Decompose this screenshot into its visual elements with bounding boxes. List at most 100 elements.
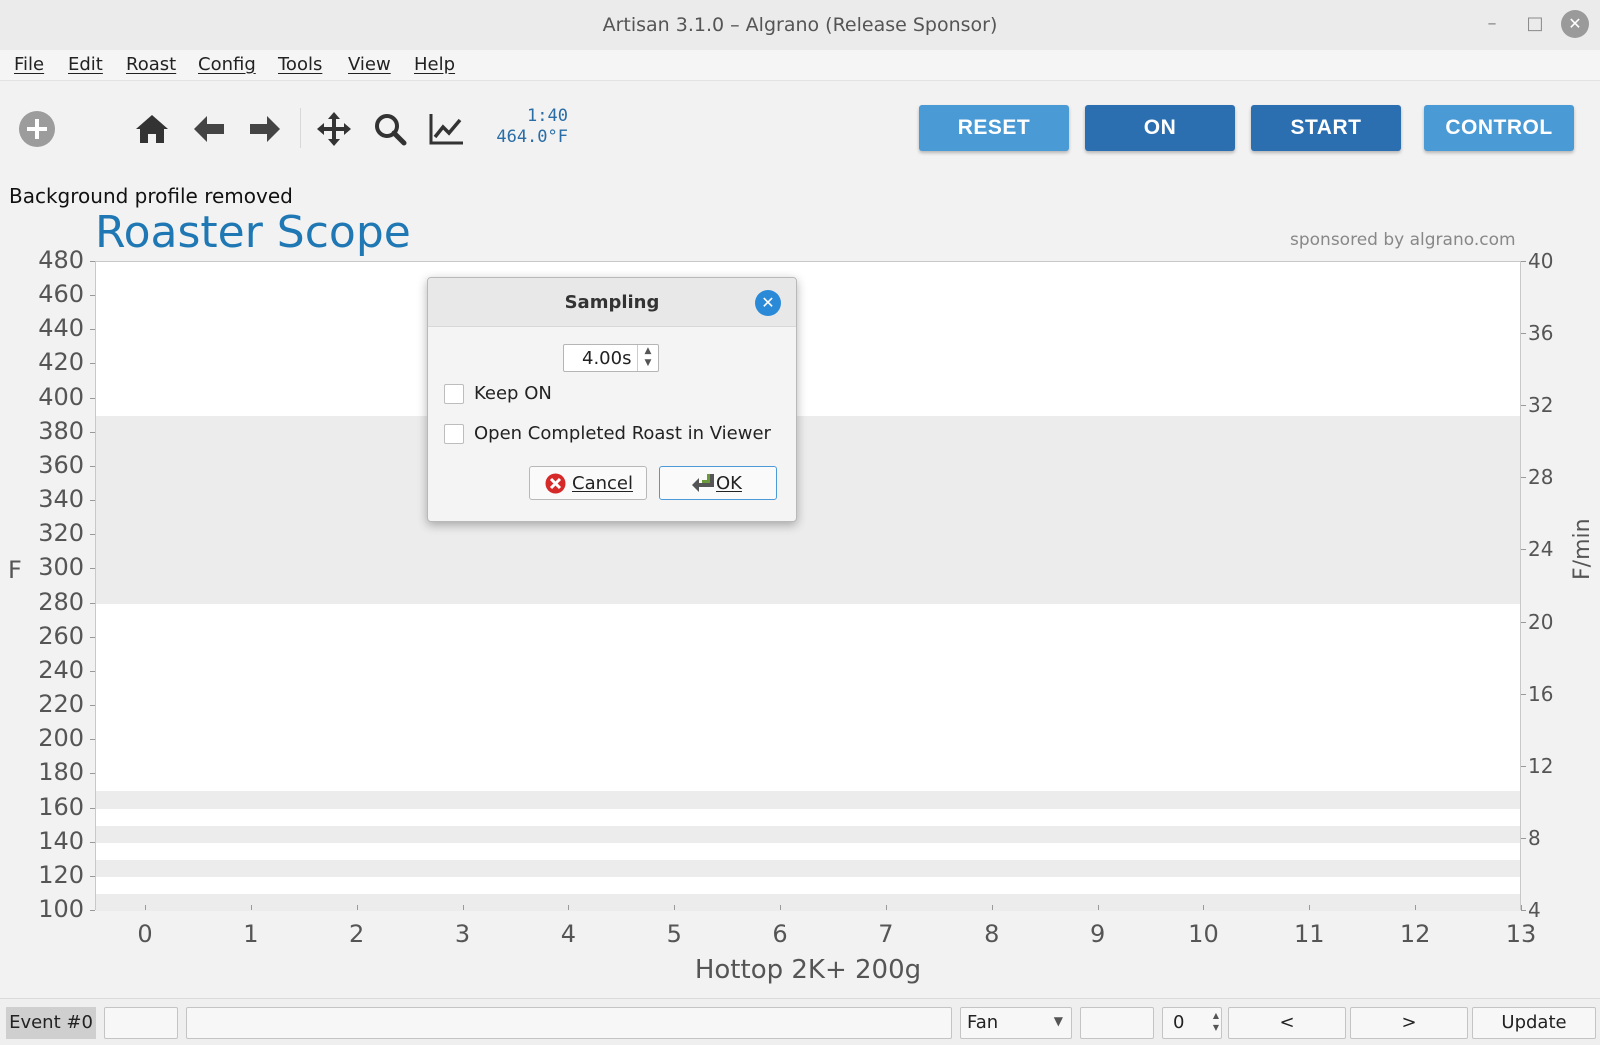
title-bar: Artisan 3.1.0 – Algrano (Release Sponsor… <box>0 0 1600 51</box>
x-tick-label: 8 <box>984 920 1000 948</box>
elapsed-time: 1:40 <box>527 106 568 126</box>
y-right-tick-label: 40 <box>1528 249 1554 273</box>
event-description-field[interactable] <box>186 1007 952 1039</box>
y-tick-mark <box>90 910 95 911</box>
window-title: Artisan 3.1.0 – Algrano (Release Sponsor… <box>602 14 998 36</box>
y-tick-label: 140 <box>38 826 84 855</box>
zoom-icon[interactable] <box>371 110 409 148</box>
sampling-interval-value[interactable]: 4.00s <box>582 348 631 369</box>
x-tick-mark <box>991 905 993 910</box>
x-tick-mark <box>462 905 464 910</box>
menu-file[interactable]: File <box>14 54 44 75</box>
cancel-icon <box>545 473 566 494</box>
reset-button[interactable]: RESET <box>919 105 1069 151</box>
add-icon[interactable] <box>18 110 56 148</box>
keep-on-checkbox[interactable] <box>444 384 464 404</box>
event-time-field[interactable] <box>104 1007 178 1039</box>
cancel-button[interactable]: Cancel <box>529 466 647 500</box>
sponsor-text: sponsored by algrano.com <box>1290 230 1516 250</box>
line-chart-icon[interactable] <box>427 110 465 148</box>
x-tick-label: 13 <box>1505 920 1537 948</box>
cancel-label: Cancel <box>572 473 633 494</box>
y-right-tick-label: 4 <box>1528 898 1541 922</box>
x-tick-mark <box>674 905 676 910</box>
open-viewer-label[interactable]: Open Completed Roast in Viewer <box>474 423 771 444</box>
next-event-button[interactable]: > <box>1350 1007 1468 1039</box>
menu-config[interactable]: Config <box>198 54 256 75</box>
y-right-tick-mark <box>1521 765 1526 767</box>
event-value-field[interactable] <box>1080 1007 1154 1039</box>
keep-on-label[interactable]: Keep ON <box>474 383 552 404</box>
menu-edit[interactable]: Edit <box>68 54 103 75</box>
y-right-tick-label: 32 <box>1528 393 1554 418</box>
y-right-tick-label: 8 <box>1528 825 1541 850</box>
spin-up-icon[interactable]: ▲ <box>638 345 658 357</box>
x-tick-mark <box>885 905 887 910</box>
y-right-tick-label: 20 <box>1528 609 1554 634</box>
y-tick-mark <box>90 705 95 707</box>
y-tick-label: 300 <box>38 553 84 582</box>
dialog-close-icon[interactable]: ✕ <box>755 290 781 316</box>
x-tick-label: 4 <box>560 920 577 948</box>
x-tick-mark <box>145 905 146 910</box>
y-tick-mark <box>90 397 95 399</box>
back-arrow-icon[interactable] <box>190 110 228 148</box>
control-button[interactable]: CONTROL <box>1424 105 1574 151</box>
enter-icon <box>692 474 714 492</box>
y-tick-mark <box>90 602 95 604</box>
sampling-interval-spinbox[interactable]: 4.00s ▲ ▼ <box>563 344 659 372</box>
menu-bar: File Edit Roast Config Tools View Help <box>0 50 1600 81</box>
maximize-button[interactable]: □ <box>1521 10 1549 38</box>
x-tick-label: 5 <box>666 920 682 948</box>
menu-help[interactable]: Help <box>414 54 455 75</box>
start-button[interactable]: START <box>1251 105 1401 151</box>
y-tick-label: 260 <box>38 621 84 650</box>
y-tick-mark <box>90 295 95 297</box>
ok-button[interactable]: OK <box>659 466 777 500</box>
x-tick-mark <box>1203 905 1205 910</box>
y-tick-mark <box>90 670 95 672</box>
event-type-select[interactable]: Fan ▼ <box>960 1007 1072 1039</box>
update-button[interactable]: Update <box>1472 1007 1596 1039</box>
plot-area[interactable] <box>95 261 1521 911</box>
y-right-tick-label: 36 <box>1528 321 1554 346</box>
sampling-dialog: Sampling ✕ 4.00s ▲ ▼ Keep ON Open Comple… <box>427 277 797 522</box>
y-tick-label: 340 <box>38 485 84 514</box>
x-tick-label: 9 <box>1089 920 1106 948</box>
pan-icon[interactable] <box>315 110 353 148</box>
y-tick-mark <box>90 807 95 809</box>
y-right-tick-mark <box>1521 910 1526 911</box>
minimize-button[interactable]: – <box>1478 10 1506 38</box>
y-tick-label: 200 <box>38 724 84 753</box>
y-tick-label: 360 <box>38 450 84 479</box>
open-viewer-checkbox[interactable] <box>444 424 464 444</box>
chart-title: Roaster Scope <box>95 207 411 258</box>
toolbar-separator <box>300 108 301 148</box>
spin-arrows-icon[interactable]: ▲ ▼ <box>1213 1010 1219 1034</box>
chevron-down-icon: ▼ <box>1053 1014 1063 1028</box>
y-right-tick-mark <box>1521 549 1526 551</box>
menu-tools[interactable]: Tools <box>278 54 322 75</box>
forward-arrow-icon[interactable] <box>246 110 284 148</box>
shaded-band <box>96 893 1520 911</box>
close-window-button[interactable]: ✕ <box>1561 10 1589 38</box>
y-tick-label: 420 <box>38 348 84 377</box>
menu-view[interactable]: View <box>348 54 391 75</box>
on-button[interactable]: ON <box>1085 105 1235 151</box>
y-axis-right-label: F/min <box>1570 518 1595 580</box>
home-icon[interactable] <box>133 110 171 148</box>
y-tick-label: 100 <box>38 895 84 923</box>
event-value-spinbox[interactable]: 0 ▲ ▼ <box>1162 1007 1222 1039</box>
menu-roast[interactable]: Roast <box>126 54 176 75</box>
y-right-tick-label: 28 <box>1528 465 1554 490</box>
previous-event-button[interactable]: < <box>1228 1007 1346 1039</box>
spin-down-icon[interactable]: ▼ <box>638 357 658 369</box>
x-tick-label: 1 <box>243 920 259 948</box>
event-number-label: Event #0 <box>6 1007 96 1039</box>
x-axis-label: Hottop 2K+ 200g <box>694 955 922 985</box>
y-tick-mark <box>90 841 95 843</box>
y-axis-label: F <box>8 556 22 584</box>
shaded-band <box>96 415 1520 604</box>
spin-arrows[interactable]: ▲ ▼ <box>637 345 658 371</box>
x-tick-mark <box>568 905 570 910</box>
